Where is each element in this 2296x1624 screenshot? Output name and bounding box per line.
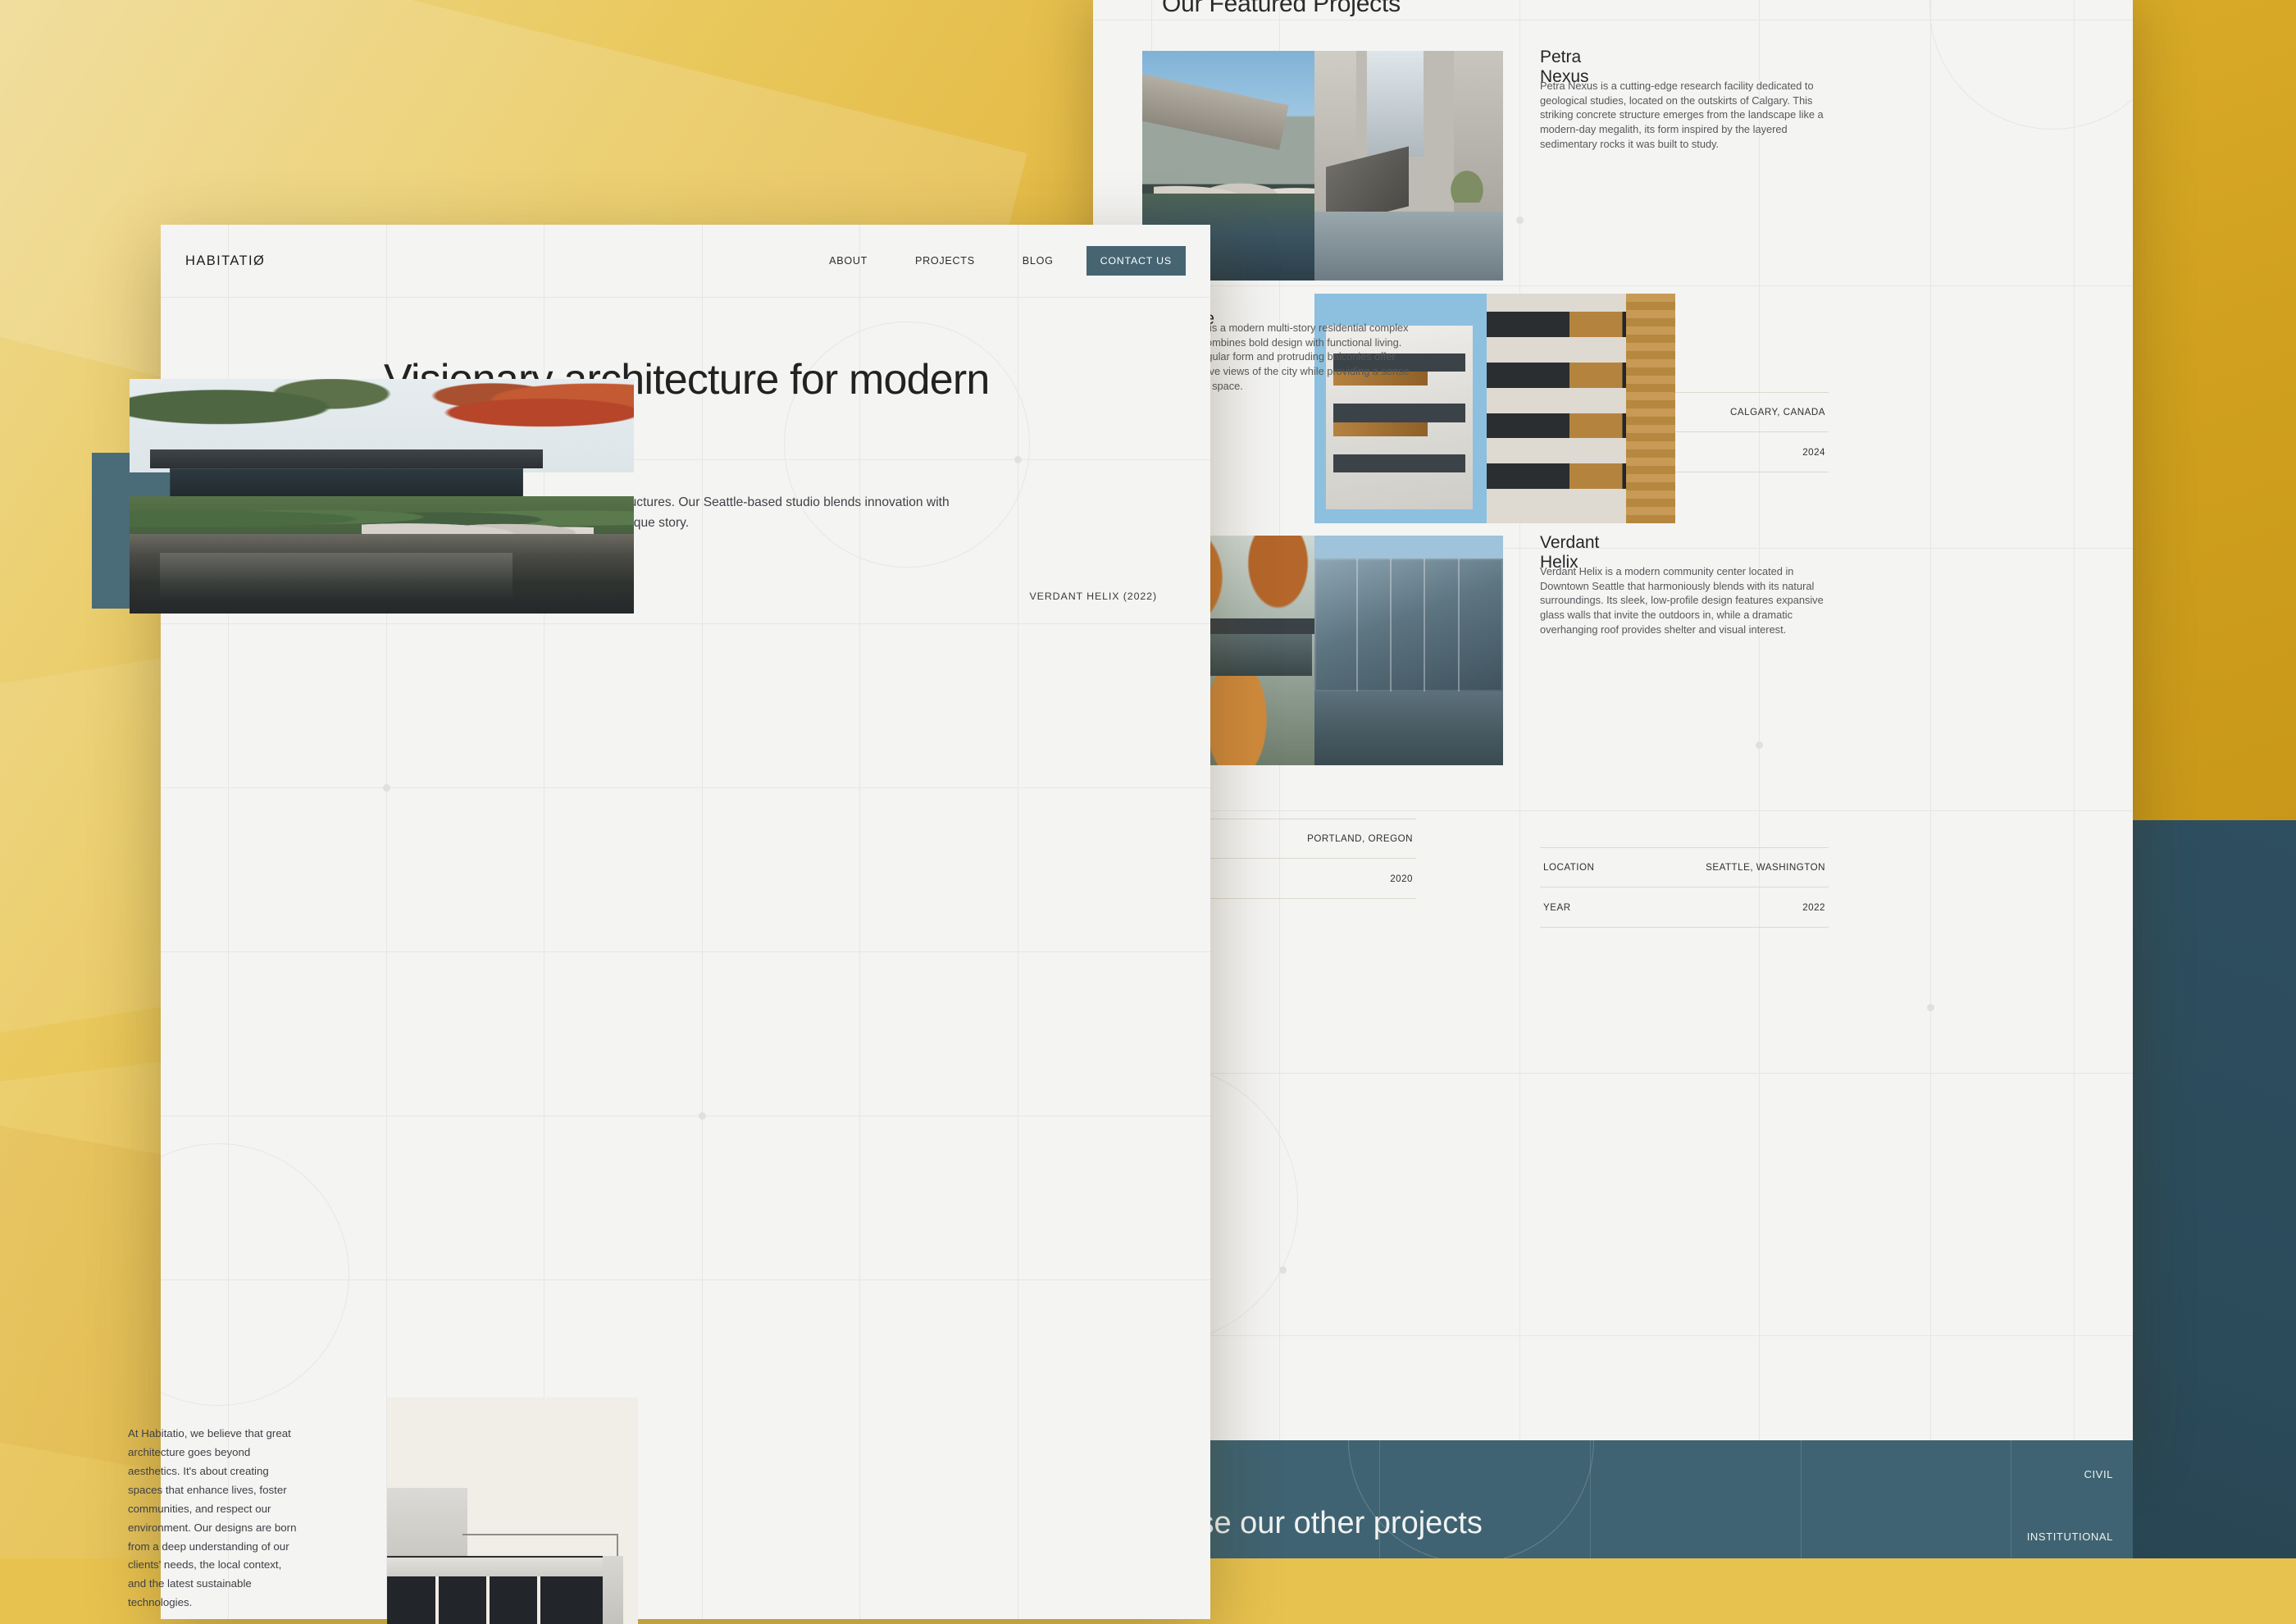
project-description-verdant-helix: Verdant Helix is a modern community cent… bbox=[1540, 564, 1829, 636]
project-image-petra-2[interactable] bbox=[1314, 51, 1503, 281]
nav-item-blog[interactable]: BLOG bbox=[1023, 255, 1054, 267]
nav-item-projects[interactable]: PROJECTS bbox=[915, 255, 975, 267]
meta-value-location: CALGARY, CANADA bbox=[1730, 407, 1829, 417]
other-projects-heading: wse our other projects bbox=[1176, 1506, 1483, 1541]
project-image-verdant-2[interactable] bbox=[1314, 536, 1503, 765]
about-paragraph: At Habitatio, we believe that great arch… bbox=[128, 1425, 300, 1613]
site-logo[interactable]: HABITATIØ bbox=[185, 253, 265, 269]
decor-circle-front-2 bbox=[161, 1143, 349, 1406]
hero-image-caption: VERDANT HELIX (2022) bbox=[1030, 591, 1158, 602]
project-meta-verdant-helix: LOCATION SEATTLE, WASHINGTON YEAR 2022 bbox=[1540, 847, 1829, 928]
top-navigation-bar: HABITATIØ ABOUT PROJECTS BLOG CONTACT US bbox=[161, 225, 1210, 297]
project-image-cascade-2[interactable] bbox=[1487, 294, 1675, 523]
meta-row-location: LOCATION SEATTLE, WASHINGTON bbox=[1540, 847, 1829, 887]
home-page-window[interactable]: HABITATIØ ABOUT PROJECTS BLOG CONTACT US… bbox=[161, 225, 1210, 1619]
meta-row-year: YEAR 2022 bbox=[1540, 887, 1829, 928]
about-photo-concrete-building[interactable] bbox=[387, 1398, 638, 1624]
project-tag-institutional[interactable]: INSTITUTIONAL bbox=[2027, 1530, 2113, 1543]
meta-value-year: 2020 bbox=[1390, 874, 1416, 884]
meta-label-location: LOCATION bbox=[1540, 862, 1594, 873]
meta-value-year: 2022 bbox=[1802, 902, 1829, 913]
meta-value-location: PORTLAND, OREGON bbox=[1307, 833, 1416, 844]
meta-value-location: SEATTLE, WASHINGTON bbox=[1706, 862, 1829, 873]
project-tag-civil[interactable]: CIVIL bbox=[2084, 1468, 2113, 1480]
meta-label-year: YEAR bbox=[1540, 902, 1571, 913]
meta-value-year: 2024 bbox=[1802, 447, 1829, 458]
contact-us-button[interactable]: CONTACT US bbox=[1086, 246, 1186, 276]
other-projects-footer[interactable]: wse our other projects CIVIL INSTITUTION… bbox=[1151, 1440, 2133, 1558]
decor-circle-back-1 bbox=[1929, 0, 2133, 130]
projects-page-window[interactable]: Our Featured Projects Petra Nexus Petra … bbox=[1093, 0, 2133, 1440]
project-description-petra-nexus: Petra Nexus is a cutting-edge research f… bbox=[1540, 79, 1829, 151]
featured-projects-title: Our Featured Projects bbox=[1162, 0, 1401, 18]
nav-item-about[interactable]: ABOUT bbox=[829, 255, 868, 267]
hero-photo-verdant-helix[interactable] bbox=[130, 379, 634, 614]
